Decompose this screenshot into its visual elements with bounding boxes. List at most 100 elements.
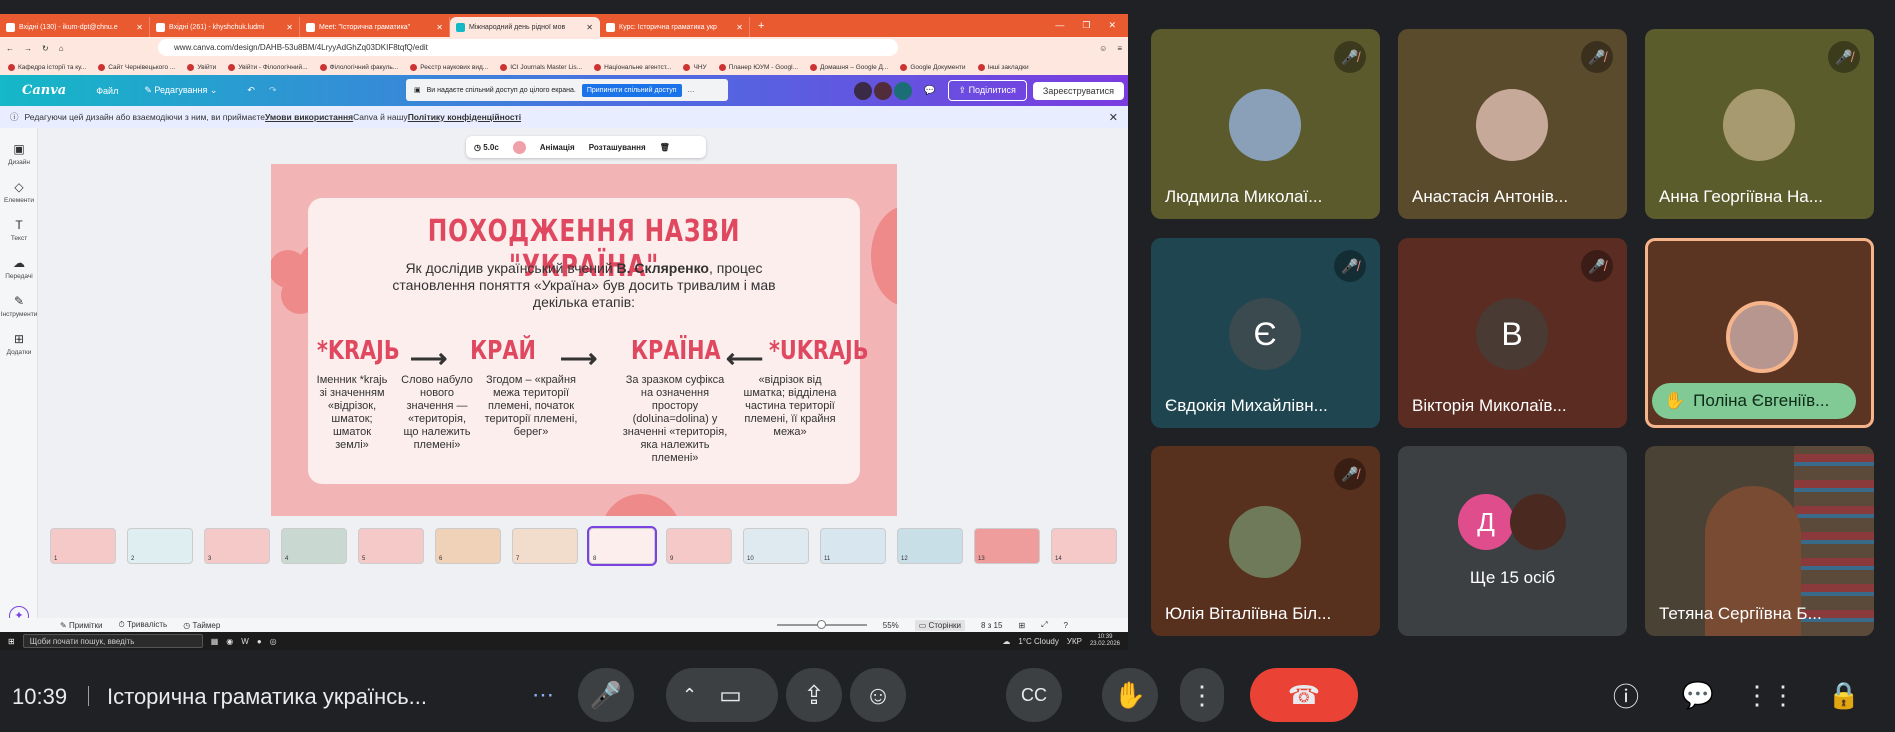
profile-icon[interactable]: ☺ bbox=[1099, 44, 1107, 53]
bookmark[interactable]: Домашня – Google Д... bbox=[810, 63, 888, 71]
url-field[interactable]: www.canva.com/design/DAHB-53u8BM/4LryyAd… bbox=[158, 39, 898, 56]
page-thumbnail[interactable]: 1 bbox=[50, 528, 116, 564]
firefox-icon[interactable]: ● bbox=[257, 637, 262, 646]
browser-tab-4[interactable]: Міжнародний день рідної мов ✕ bbox=[450, 17, 600, 37]
canva-logo[interactable]: Canva bbox=[22, 83, 66, 98]
register-button[interactable]: Зареєструватися bbox=[1032, 81, 1124, 100]
raise-hand-button[interactable]: ✋ bbox=[1102, 668, 1158, 722]
browser-tab-1[interactable]: Вхідні (130) - ikum-dpt@chnu.e ✕ bbox=[0, 17, 150, 37]
sidebar-item-tools[interactable]: ✎ Інструменти bbox=[0, 294, 38, 318]
reload-icon[interactable]: ↻ bbox=[42, 44, 49, 53]
browser-tab-2[interactable]: Вхідні (261) - khyshchuk.ludmi ✕ bbox=[150, 17, 300, 37]
info-icon[interactable]: ⓘ bbox=[1604, 668, 1648, 722]
timer-button[interactable]: ◷ Таймер bbox=[183, 621, 220, 630]
close-icon[interactable]: ✕ bbox=[586, 23, 593, 32]
page-thumbnail[interactable]: 7 bbox=[512, 528, 578, 564]
bookmark[interactable]: Філологічний факуль... bbox=[319, 63, 398, 71]
more-options-button[interactable]: ⋮ bbox=[1180, 668, 1224, 722]
menu-icon[interactable]: ≡ bbox=[1117, 44, 1122, 53]
new-tab-icon[interactable]: + bbox=[750, 20, 772, 37]
slide-canvas[interactable]: ПОХОДЖЕННЯ НАЗВИ "УКРАЇНА" Як дослідив у… bbox=[271, 164, 897, 516]
forward-icon[interactable]: → bbox=[24, 44, 32, 53]
close-icon[interactable]: ✕ bbox=[286, 23, 293, 32]
more-participants-tile[interactable]: Д Ще 15 осіб bbox=[1398, 446, 1627, 636]
page-thumbnail[interactable]: 5 bbox=[358, 528, 424, 564]
page-thumbnail-selected[interactable]: 8 bbox=[587, 526, 657, 566]
page-thumbnail[interactable]: 13 bbox=[974, 528, 1040, 564]
word-icon[interactable]: W bbox=[241, 637, 249, 646]
taskbar-app-icon[interactable]: ▦ bbox=[211, 637, 219, 646]
taskbar-clock[interactable]: 10:39 23.02.2026 bbox=[1090, 634, 1120, 648]
browser-tab-5[interactable]: Курс: Історична граматика укр ✕ bbox=[600, 17, 750, 37]
bookmark[interactable]: ЧНУ bbox=[683, 63, 707, 71]
grid-view-icon[interactable]: ⊞ bbox=[1018, 621, 1025, 630]
language-indicator[interactable]: УКР bbox=[1067, 637, 1082, 646]
maximize-icon[interactable]: ❐ bbox=[1082, 20, 1090, 31]
bookmark[interactable]: Увійти bbox=[187, 63, 216, 71]
participant-tile[interactable]: 🎤̸ Анна Георгіївна На... bbox=[1645, 29, 1874, 219]
page-thumbnail[interactable]: 11 bbox=[820, 528, 886, 564]
more-dots-icon[interactable]: ⋯ bbox=[516, 668, 570, 722]
zoom-level[interactable]: 55% bbox=[883, 621, 899, 630]
close-icon[interactable]: ✕ bbox=[1109, 111, 1118, 124]
bookmark[interactable]: Національне агентст... bbox=[594, 63, 671, 71]
animation-button[interactable]: Анімація bbox=[540, 143, 575, 152]
duration-footer-button[interactable]: ⏱ Тривалість bbox=[119, 620, 168, 630]
participant-tile[interactable]: В 🎤̸ Вікторія Миколаїв... bbox=[1398, 238, 1627, 428]
sidebar-item-design[interactable]: ▣ Дизайн bbox=[0, 142, 38, 166]
sidebar-item-elements[interactable]: ◇ Елементи bbox=[0, 180, 38, 204]
bookmark[interactable]: Реєстр наукових вид... bbox=[410, 63, 488, 71]
stop-share-button[interactable]: Припинити спільний доступ bbox=[581, 83, 682, 97]
emoji-button[interactable]: ☺ bbox=[850, 668, 906, 722]
page-thumbnail[interactable]: 12 bbox=[897, 528, 963, 564]
participant-tile-hand-raised[interactable]: ✋ Поліна Євгеніїв... bbox=[1645, 238, 1874, 428]
pages-button[interactable]: ▭ Сторінки bbox=[914, 619, 965, 631]
participant-tile[interactable]: Тетяна Сергіївна Б... bbox=[1645, 446, 1874, 636]
bookmark[interactable]: Google Документи bbox=[900, 63, 966, 71]
activities-icon[interactable]: ⋮⋮ bbox=[1744, 668, 1796, 722]
trash-icon[interactable]: 🗑 bbox=[660, 143, 670, 152]
zoom-slider[interactable] bbox=[776, 620, 867, 629]
participant-tile[interactable]: 🎤̸ Юлія Віталіївна Біл... bbox=[1151, 446, 1380, 636]
menu-file[interactable]: Файл bbox=[96, 86, 118, 96]
bookmark[interactable]: Планер ЮУМ - Googl... bbox=[718, 63, 798, 71]
participant-tile[interactable]: 🎤̸ Людмила Миколаї... bbox=[1151, 29, 1380, 219]
participant-tile[interactable]: 🎤̸ Анастасія Антонів... bbox=[1398, 29, 1627, 219]
participant-tile[interactable]: Є 🎤̸ Євдокія Михайлівн... bbox=[1151, 238, 1380, 428]
microphone-button[interactable]: 🎤 bbox=[578, 668, 634, 722]
terms-link[interactable]: Умови використання bbox=[265, 112, 353, 122]
bookmark[interactable]: Кафедра історії та ку... bbox=[8, 63, 86, 71]
sidebar-item-apps[interactable]: ⊞ Додатки bbox=[0, 332, 38, 356]
page-thumbnail[interactable]: 10 bbox=[743, 528, 809, 564]
duration-button[interactable]: ◷ 5.0с bbox=[474, 143, 499, 152]
page-thumbnail[interactable]: 14 bbox=[1051, 528, 1117, 564]
host-controls-icon[interactable]: 🔒 bbox=[1822, 668, 1866, 722]
privacy-link[interactable]: Політику конфіденційності bbox=[408, 112, 521, 122]
bookmark-folder[interactable]: Інші закладки bbox=[977, 63, 1029, 71]
notes-button[interactable]: ✎ Примітки bbox=[60, 621, 103, 630]
bookmark[interactable]: ICI Journals Master Lis... bbox=[500, 63, 582, 71]
page-thumbnail[interactable]: 4 bbox=[281, 528, 347, 564]
present-button[interactable]: ⇪ bbox=[786, 668, 842, 722]
bookmark[interactable]: Увійти - Філологічний... bbox=[228, 63, 308, 71]
sidebar-item-brand[interactable]: ☁ Передачі bbox=[0, 256, 38, 280]
page-thumbnail[interactable]: 2 bbox=[127, 528, 193, 564]
fullscreen-icon[interactable]: ⤢ bbox=[1041, 620, 1047, 630]
position-button[interactable]: Розташування bbox=[589, 143, 646, 152]
back-icon[interactable]: ← bbox=[6, 44, 14, 53]
close-icon[interactable]: ✕ bbox=[736, 23, 743, 32]
camera-button[interactable]: ⌃ ▭ bbox=[666, 668, 778, 722]
leave-call-button[interactable]: ☎ bbox=[1250, 668, 1358, 722]
menu-edit[interactable]: ✎ Редагування ⌄ bbox=[144, 85, 217, 96]
share-button[interactable]: ⇪ Поділитися bbox=[947, 80, 1027, 101]
bookmark[interactable]: Сайт Чернівецького ... bbox=[98, 63, 175, 71]
redo-icon[interactable]: ↷ bbox=[269, 85, 277, 96]
home-icon[interactable]: ⌂ bbox=[59, 44, 64, 53]
minimize-icon[interactable]: — bbox=[1055, 20, 1064, 31]
windows-start-icon[interactable]: ⊞ bbox=[8, 637, 15, 646]
edge-icon[interactable]: ◉ bbox=[226, 637, 233, 646]
captions-button[interactable]: CC bbox=[1006, 668, 1062, 722]
page-thumbnail[interactable]: 9 bbox=[666, 528, 732, 564]
zoom-handle[interactable] bbox=[816, 620, 826, 629]
comment-icon[interactable]: 💬 bbox=[924, 85, 935, 96]
